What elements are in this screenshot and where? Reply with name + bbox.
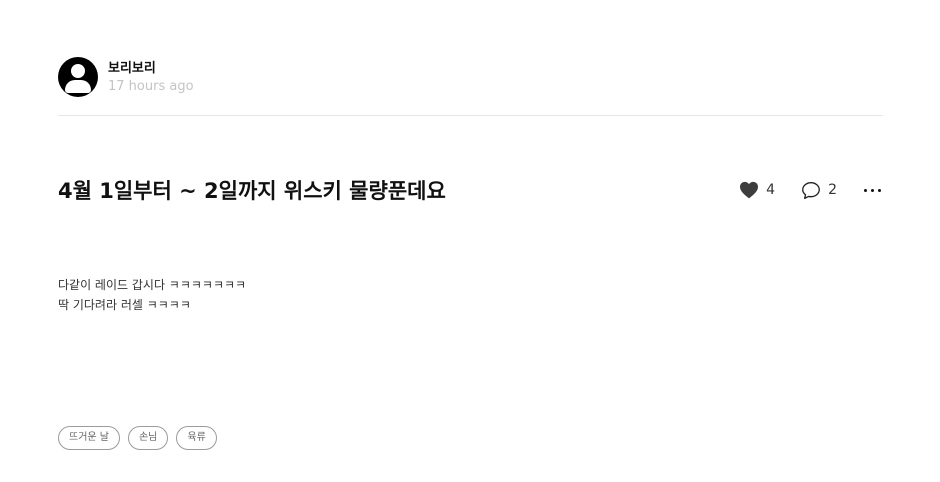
post-time: 17 hours ago [108, 78, 194, 94]
avatar[interactable] [58, 57, 98, 97]
avatar-head [71, 64, 85, 78]
tag-list: 뜨거운 날 손님 육류 [58, 426, 225, 450]
more-dot [878, 188, 881, 192]
post-actions: 4 2 [739, 179, 883, 201]
like-count: 4 [766, 182, 776, 198]
comment-count: 2 [828, 182, 837, 198]
author-meta: 보리보리 17 hours ago [108, 60, 194, 95]
more-dot [871, 188, 874, 192]
tag-chip[interactable]: 손님 [127, 426, 169, 450]
more-dots-icon[interactable] [862, 188, 883, 192]
comment-bubble-icon [802, 181, 820, 199]
content-line: 다같이 레이드 갑시다 ㅋㅋㅋㅋㅋㅋㅋ [58, 278, 247, 292]
comment-button[interactable]: 2 [801, 181, 837, 200]
post-author: 보리보리 17 hours ago [58, 57, 194, 97]
author-name[interactable]: 보리보리 [108, 60, 194, 78]
header-divider [58, 115, 883, 116]
post-content: 다같이 레이드 갑시다 ㅋㅋㅋㅋㅋㅋㅋ 딱 기다려라 러셀 ㅋㅋㅋㅋ [58, 275, 246, 315]
tag-chip[interactable]: 뜨거운 날 [58, 426, 120, 450]
heart-icon [740, 181, 759, 199]
avatar-body [65, 80, 91, 93]
post-title: 4월 1일부터 ~ 2일까지 위스키 물량푼데요 [58, 179, 446, 203]
like-button[interactable]: 4 [739, 181, 775, 199]
more-dot [864, 188, 867, 192]
content-line: 딱 기다려라 러셀 ㅋㅋㅋㅋ [58, 298, 191, 312]
tag-chip[interactable]: 육류 [176, 426, 217, 450]
